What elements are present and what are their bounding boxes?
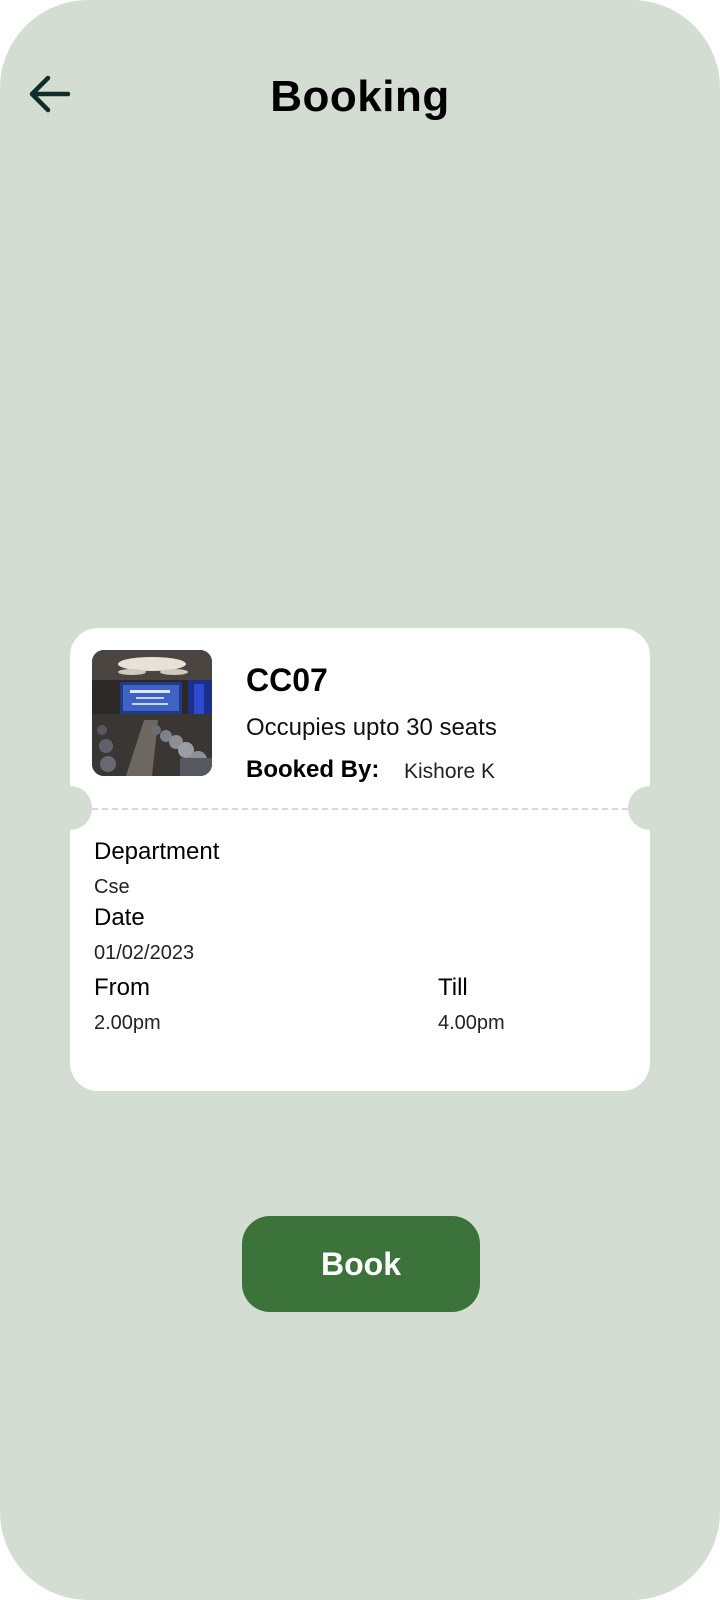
ticket-notch-right <box>628 786 672 830</box>
department-value: Cse <box>94 876 130 898</box>
date-label: Date <box>94 904 145 931</box>
room-thumbnail <box>92 650 212 776</box>
book-button[interactable]: Book <box>242 1216 480 1312</box>
till-value: 4.00pm <box>438 1012 505 1034</box>
from-value: 2.00pm <box>94 1012 161 1034</box>
ticket-notch-left <box>48 786 92 830</box>
booked-by-label: Booked By: <box>246 756 380 783</box>
department-label: Department <box>94 838 220 865</box>
till-label: Till <box>438 974 468 1001</box>
date-value: 01/02/2023 <box>94 942 195 964</box>
conference-room-image <box>92 650 212 776</box>
from-label: From <box>94 974 150 1001</box>
booking-ticket-card: CC07 Occupies upto 30 seats Booked By: K… <box>48 628 672 1091</box>
booked-by-value: Kishore K <box>404 760 496 783</box>
app-screen: Booking CC07 Occupies upto 30 seats Book… <box>0 0 720 1600</box>
room-capacity: Occupies upto 30 seats <box>246 714 497 741</box>
page-title: Booking <box>270 72 450 121</box>
ticket-divider <box>92 808 628 810</box>
room-code: CC07 <box>246 662 328 698</box>
